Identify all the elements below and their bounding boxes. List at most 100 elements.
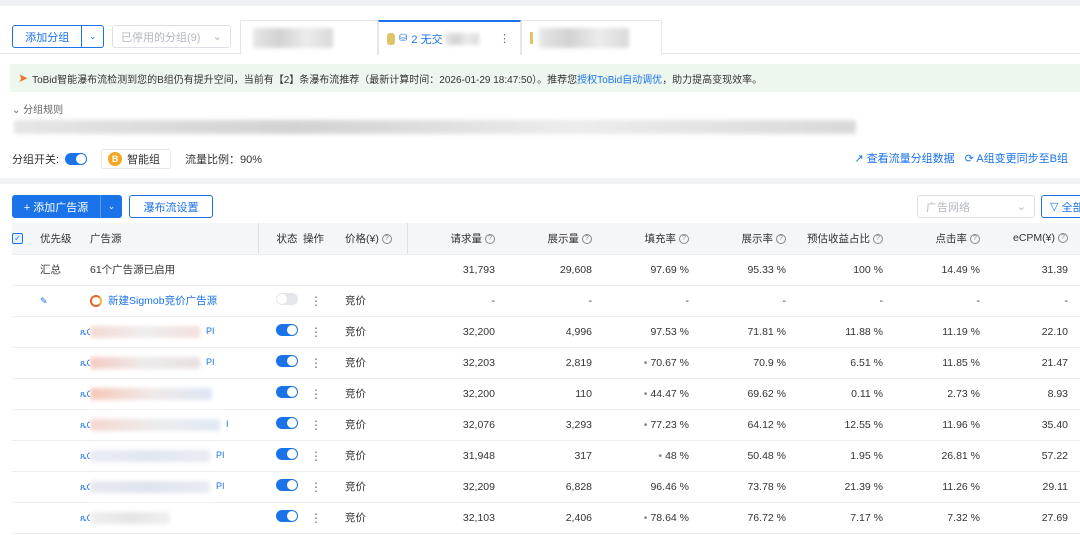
robot-icon: ⛁ xyxy=(399,33,408,44)
select-all-checkbox[interactable]: ✓ xyxy=(12,233,23,245)
sync-icon: ⟳ xyxy=(964,153,974,165)
ad-source-cell[interactable]: PI xyxy=(90,440,258,472)
source-tag: PI xyxy=(216,450,225,461)
view-traffic-data-link[interactable]: ↗ 查看流量分组数据 xyxy=(854,150,954,166)
impressions-cell: 110 xyxy=(507,378,604,410)
status-toggle[interactable] xyxy=(276,293,298,305)
col-show-rate-label: 展示率 xyxy=(741,232,774,245)
status-toggle[interactable] xyxy=(276,417,298,429)
ad-source-cell[interactable]: PI xyxy=(90,316,258,348)
summary-show-rate: 95.33 % xyxy=(701,254,798,286)
status-toggle[interactable] xyxy=(276,324,298,336)
status-toggle[interactable] xyxy=(276,448,298,460)
ctr-cell: 26.81 % xyxy=(895,440,992,472)
table-row: ጼCPI⋮竞价31,948317•48 %50.48 %1.95 %26.81 … xyxy=(12,440,1080,472)
tab-more-icon[interactable]: ⋮ xyxy=(499,32,510,45)
ad-source-cell[interactable]: I xyxy=(90,409,258,441)
help-icon[interactable]: ? xyxy=(776,233,786,244)
table-row: ጼC⋮竞价32,1032,406•78.64 %76.72 %7.17 %7.3… xyxy=(12,502,1080,534)
more-actions-icon[interactable]: ⋮ xyxy=(303,325,322,339)
more-actions-icon[interactable]: ⋮ xyxy=(303,480,322,494)
show-rate-cell: 70.9 % xyxy=(701,347,798,379)
status-toggle[interactable] xyxy=(276,479,298,491)
add-ad-source-button[interactable]: + 添加广告源 ⌄ xyxy=(12,195,122,218)
priority-icon[interactable]: ጼC xyxy=(40,420,90,430)
fill-rate-value: 70.67 % xyxy=(650,356,689,369)
help-icon[interactable]: ? xyxy=(970,233,980,244)
col-priority: 优先级 xyxy=(40,223,90,255)
blurred-rule-text xyxy=(14,120,856,134)
priority-icon[interactable]: ጼC xyxy=(40,358,90,368)
fill-rate-value: 48 % xyxy=(665,449,689,462)
ecpm-cell: 29.11 xyxy=(992,471,1080,503)
price-cell: 竞价 xyxy=(345,502,407,534)
col-fill-rate-label: 填充率 xyxy=(644,232,677,245)
source-tag: PI xyxy=(206,326,215,337)
help-icon[interactable]: ? xyxy=(1058,233,1068,244)
more-actions-icon[interactable]: ⋮ xyxy=(303,356,322,370)
status-toggle[interactable] xyxy=(276,355,298,367)
revenue-share-cell: 7.17 % xyxy=(798,502,895,534)
priority-icon[interactable]: ጼC xyxy=(40,513,90,523)
add-group-button[interactable]: 添加分组 ⌄ xyxy=(12,25,104,48)
waterfall-settings-button[interactable]: 瀑布流设置 xyxy=(129,195,213,218)
ctr-cell: 11.19 % xyxy=(895,316,992,348)
sync-to-b-link[interactable]: ⟳ A组变更同步至B组 xyxy=(965,150,1068,166)
help-icon[interactable]: ? xyxy=(873,233,883,244)
smart-group-pill[interactable]: B 智能组 xyxy=(101,149,172,169)
authorize-link[interactable]: 授权ToBid自动调优 xyxy=(577,71,662,86)
group-tab[interactable] xyxy=(240,20,378,55)
requests-cell: 32,203 xyxy=(407,347,507,379)
fill-rate-value: 97.53 % xyxy=(650,325,689,338)
more-actions-icon[interactable]: ⋮ xyxy=(303,418,322,432)
col-price-label: 价格(¥) xyxy=(345,232,379,245)
new-source-link[interactable]: 新建Sigmob竞价广告源 xyxy=(108,295,217,307)
more-actions-icon[interactable]: ⋮ xyxy=(303,511,322,525)
priority-icon[interactable]: ጼC xyxy=(40,327,90,337)
impressions-cell: 6,828 xyxy=(507,471,604,503)
help-icon[interactable]: ? xyxy=(381,233,392,244)
drag-handle-icon[interactable]: ✎ xyxy=(40,296,48,306)
col-ecpm-label: eCPM(¥) xyxy=(1012,232,1055,245)
group-b-badge: B xyxy=(108,152,123,166)
show-rate-cell: - xyxy=(701,285,798,317)
chart-trend-icon: ↗ xyxy=(854,153,864,165)
col-impressions-label: 展示量 xyxy=(547,232,580,245)
help-icon[interactable]: ? xyxy=(485,233,495,244)
group-switch-toggle[interactable] xyxy=(65,153,88,165)
status-toggle[interactable] xyxy=(276,386,298,398)
price-cell: 竞价 xyxy=(345,440,407,472)
table-row: ጼC PI ⋮ 竞价32,2004,996 97.53 % 71.81 %11.88 %1… xyxy=(12,316,1080,348)
disabled-groups-select[interactable]: 已停用的分组(9) ⌄ xyxy=(112,25,231,48)
active-tab-label: 2 无交 xyxy=(411,33,443,46)
chevron-down-icon[interactable]: ⌄ xyxy=(81,26,103,47)
group-rules-toggle[interactable]: ⌄ 分组规则 xyxy=(12,101,63,116)
fill-indicator-dot: • xyxy=(643,511,648,524)
priority-icon[interactable]: ጼC xyxy=(40,482,90,492)
help-icon[interactable]: ? xyxy=(582,233,592,244)
requests-cell: 32,103 xyxy=(407,502,507,534)
ad-source-cell[interactable] xyxy=(90,378,258,410)
filter-button[interactable]: ▽ 全部 xyxy=(1041,195,1080,218)
group-tab-active[interactable]: ⛁ 2 无交 ⋮ xyxy=(378,20,521,55)
blurred-tab-name xyxy=(539,28,629,48)
group-badge-icon xyxy=(530,32,533,44)
show-rate-cell: 71.81 % xyxy=(701,316,798,348)
ad-source-cell[interactable] xyxy=(90,502,258,534)
priority-icon[interactable]: ጼC xyxy=(40,389,90,399)
ad-source-cell[interactable]: PI xyxy=(90,347,258,379)
help-icon[interactable]: ? xyxy=(679,233,689,244)
more-actions-icon[interactable]: ⋮ xyxy=(303,387,322,401)
priority-icon[interactable]: ጼC xyxy=(40,451,90,461)
ad-network-select[interactable]: 广告网络 ⌄ xyxy=(917,195,1035,218)
chevron-down-icon[interactable]: ⌄ xyxy=(100,195,122,218)
more-actions-icon[interactable]: ⋮ xyxy=(303,294,322,308)
new-source-cell[interactable]: 新建Sigmob竞价广告源 xyxy=(90,285,258,317)
status-toggle[interactable] xyxy=(276,510,298,522)
ad-source-cell[interactable]: PI xyxy=(90,471,258,503)
group-tab[interactable] xyxy=(521,20,662,55)
more-actions-icon[interactable]: ⋮ xyxy=(303,449,322,463)
price-cell: 竞价 xyxy=(345,378,407,410)
revenue-share-cell: - xyxy=(798,285,895,317)
col-show-rate: 展示率? xyxy=(701,223,798,255)
